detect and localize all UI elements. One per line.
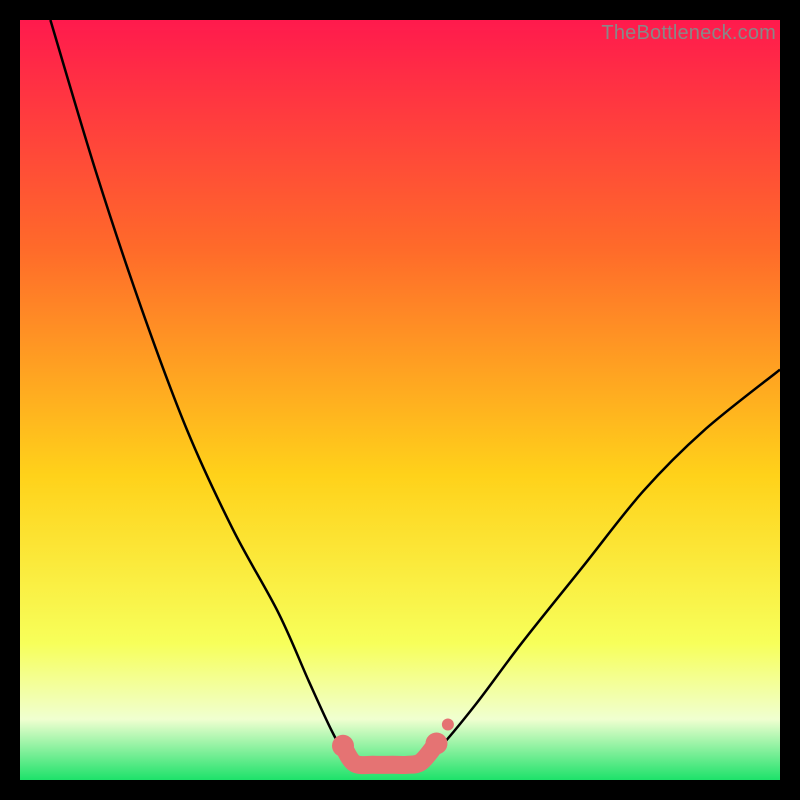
watermark-text: TheBottleneck.com [601,22,776,45]
marker-end-right [425,733,447,755]
chart-svg [20,20,780,780]
chart-frame [20,20,780,780]
marker-outlier-dot [442,719,454,731]
gradient-background [20,20,780,780]
marker-end-left [332,735,354,757]
